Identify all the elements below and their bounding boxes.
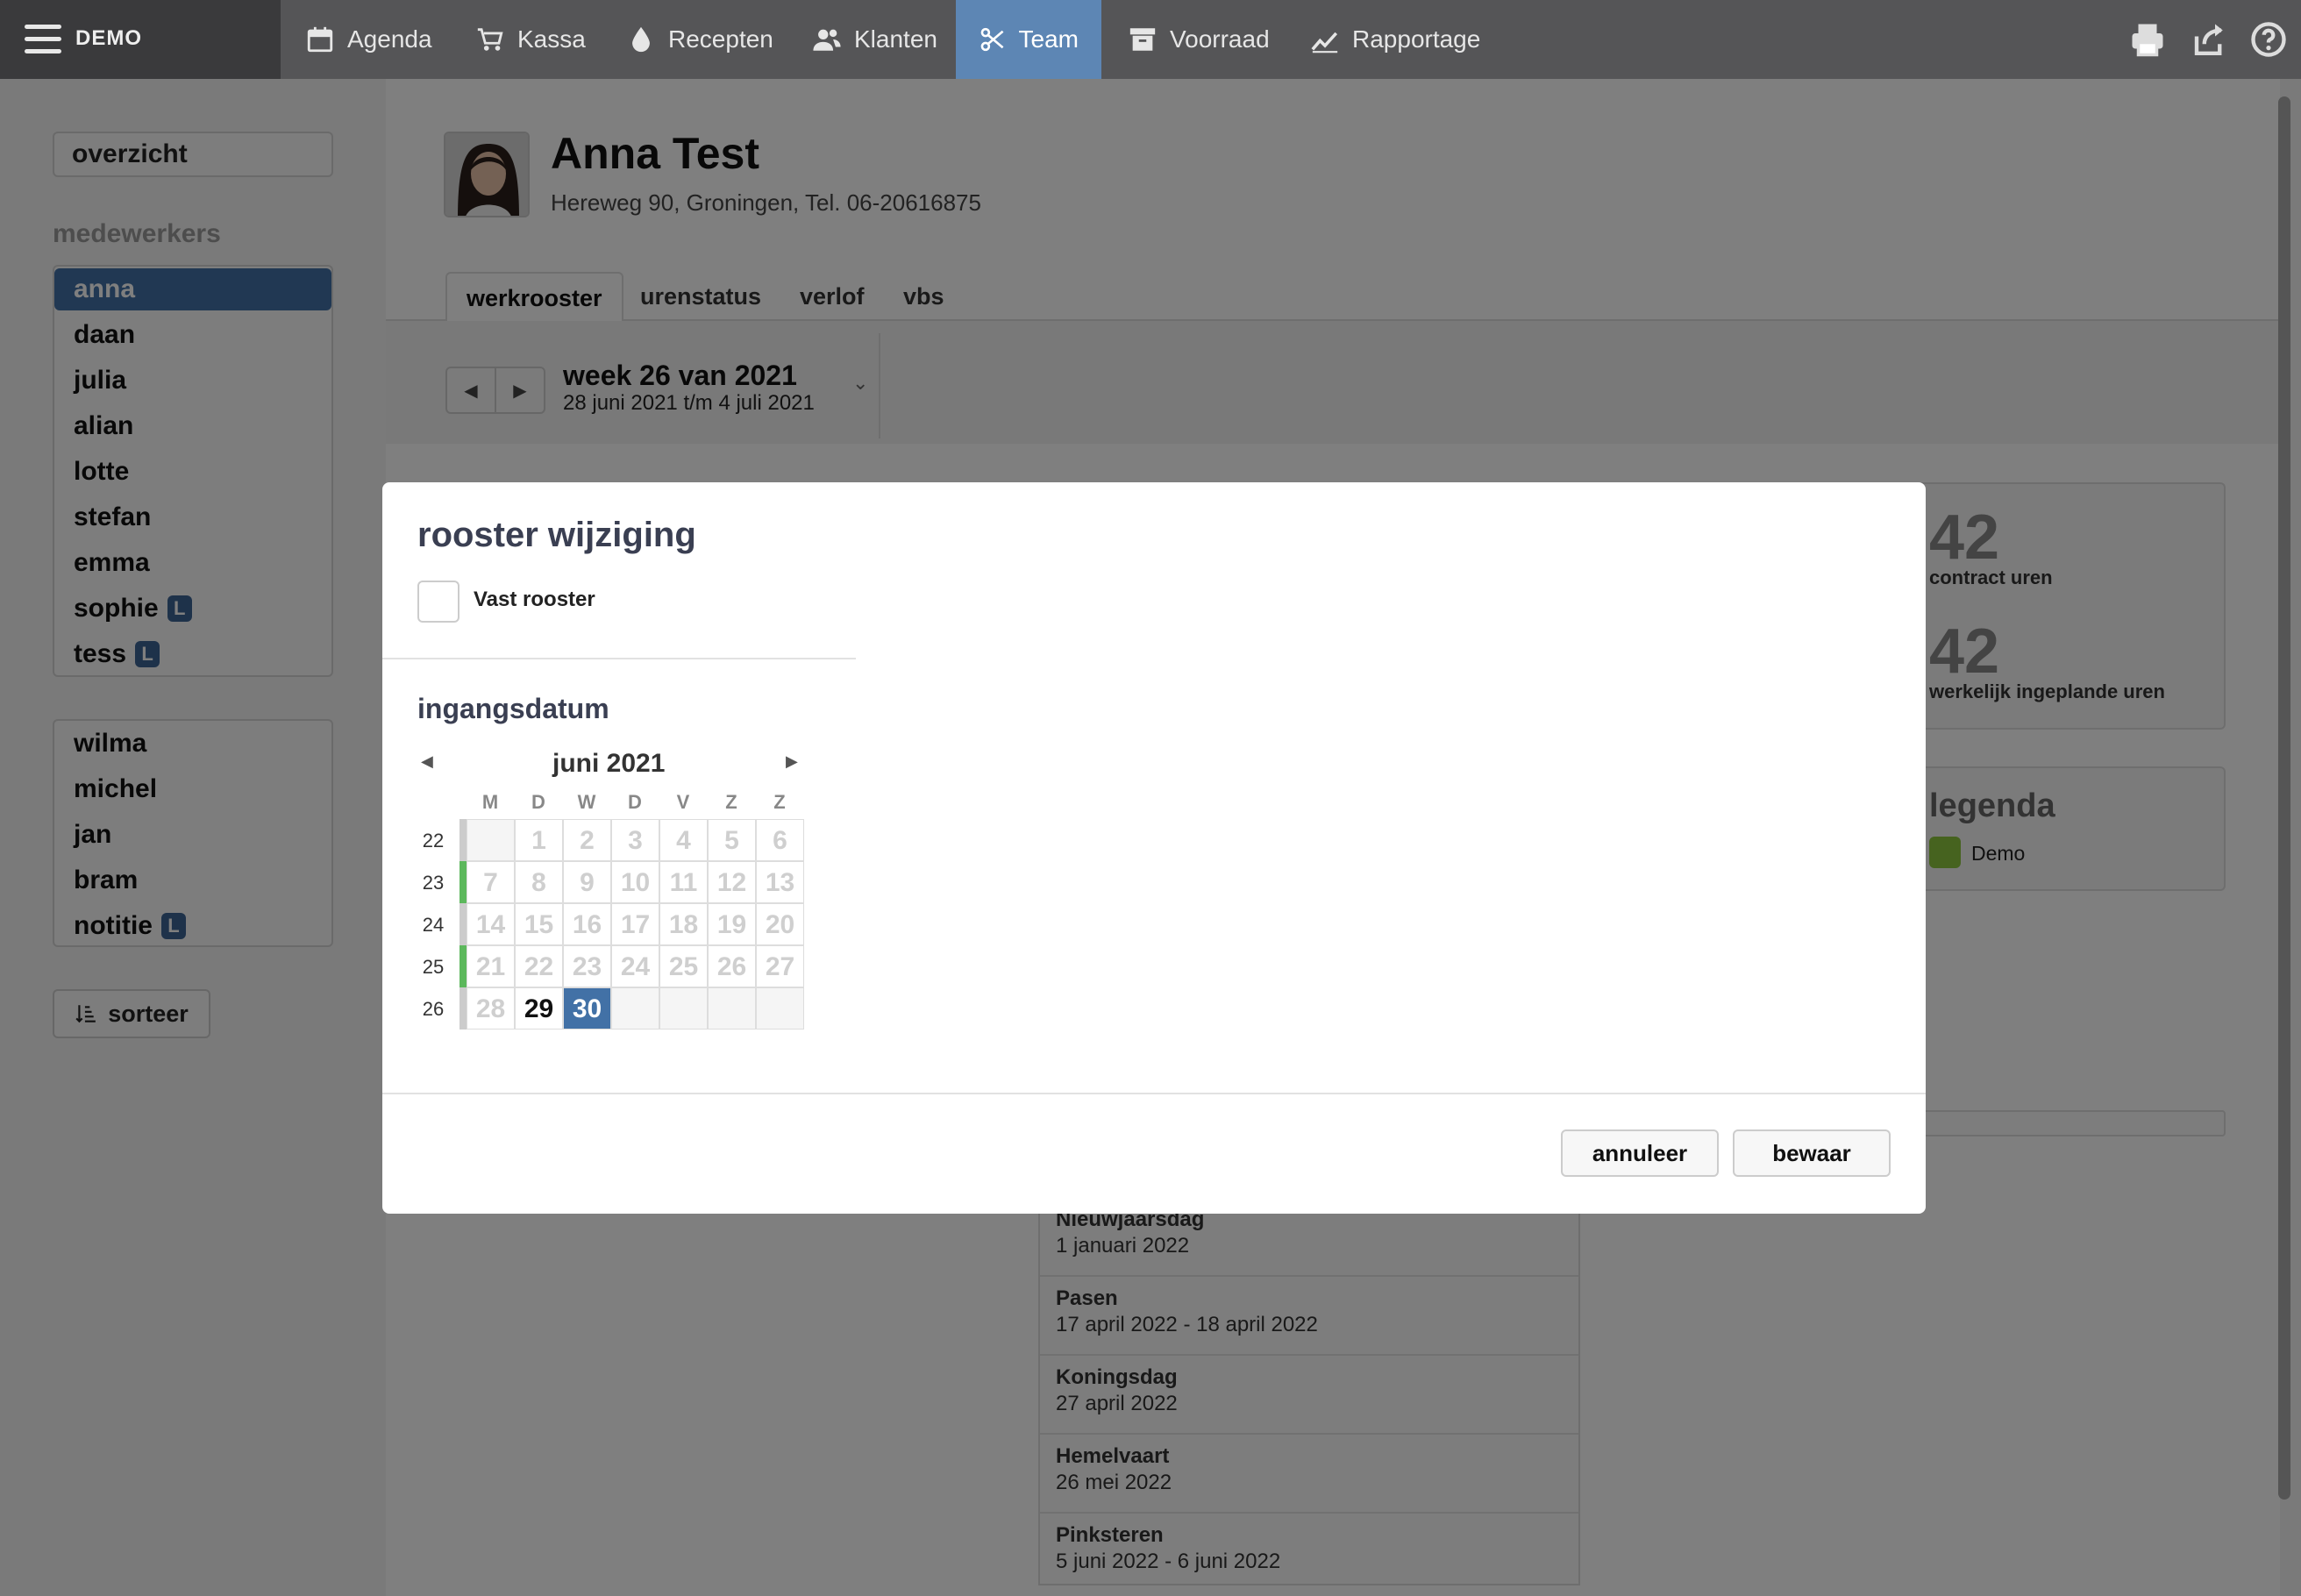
fixed-schedule-label[interactable]: Vast rooster <box>474 588 595 612</box>
save-button[interactable]: bewaar <box>1733 1129 1891 1177</box>
drop-icon <box>632 26 650 53</box>
calendar-day: 9 <box>563 861 611 903</box>
calendar-day: 25 <box>659 945 708 987</box>
week-marker <box>459 819 467 861</box>
nav-label: Recepten <box>668 25 773 53</box>
weekday-header: D <box>628 791 642 813</box>
schedule-change-dialog: rooster wijziging Vast rooster ingangsda… <box>382 482 1926 1214</box>
calendar-empty-cell <box>708 987 756 1030</box>
week-number: 22 <box>422 830 445 851</box>
calendar-empty-cell <box>611 987 659 1030</box>
calendar-day: 14 <box>467 903 515 945</box>
calendar-day[interactable]: 29 <box>515 987 563 1030</box>
nav-label: Team <box>1018 25 1079 53</box>
help-icon[interactable] <box>2250 21 2287 58</box>
start-date-heading: ingangsdatum <box>417 693 609 724</box>
scissors-icon <box>980 27 1004 52</box>
previous-month-button[interactable]: ◀ <box>421 752 433 771</box>
calendar-day: 11 <box>659 861 708 903</box>
dialog-title: rooster wijziging <box>417 516 696 554</box>
calendar-day: 12 <box>708 861 756 903</box>
calendar-day: 28 <box>467 987 515 1030</box>
calendar-day: 20 <box>756 903 804 945</box>
print-icon[interactable] <box>2129 21 2166 58</box>
calendar-day: 22 <box>515 945 563 987</box>
nav-label: Voorraad <box>1170 25 1270 53</box>
calendar-day: 21 <box>467 945 515 987</box>
week-marker <box>459 861 467 903</box>
weekday-header: V <box>676 791 690 813</box>
calendar-day: 23 <box>563 945 611 987</box>
menu-icon[interactable] <box>25 25 61 54</box>
calendar-day: 6 <box>756 819 804 861</box>
calendar-day: 18 <box>659 903 708 945</box>
nav-item-kassa[interactable]: Kassa <box>452 0 609 79</box>
nav-item-team[interactable]: Team <box>956 0 1101 79</box>
calendar-empty-cell <box>756 987 804 1030</box>
calendar-empty-cell <box>467 819 515 861</box>
weekday-header: Z <box>725 791 737 813</box>
calendar-day: 15 <box>515 903 563 945</box>
calendar-day: 4 <box>659 819 708 861</box>
calendar-day: 16 <box>563 903 611 945</box>
nav-item-rapportage[interactable]: Rapportage <box>1287 0 1503 79</box>
weekday-header: Z <box>773 791 786 813</box>
week-marker <box>459 903 467 945</box>
calendar-day: 1 <box>515 819 563 861</box>
calendar-day: 7 <box>467 861 515 903</box>
calendar-day: 8 <box>515 861 563 903</box>
users-icon <box>813 29 841 51</box>
calendar-empty-cell <box>659 987 708 1030</box>
divider <box>382 658 856 659</box>
share-icon[interactable] <box>2191 21 2227 58</box>
weekday-header: D <box>531 791 545 813</box>
calendar-day: 24 <box>611 945 659 987</box>
nav-label: Agenda <box>347 25 432 53</box>
brand-label: DEMO <box>75 26 142 50</box>
weekday-header: M <box>481 791 499 813</box>
calendar-day: 3 <box>611 819 659 861</box>
archive-icon <box>1129 28 1156 51</box>
week-marker <box>459 945 467 987</box>
week-number: 23 <box>422 872 445 894</box>
nav-label: Kassa <box>517 25 586 53</box>
weekday-header: W <box>577 791 596 813</box>
nav-item-voorraad[interactable]: Voorraad <box>1105 0 1293 79</box>
calendar-day: 19 <box>708 903 756 945</box>
nav-label: Rapportage <box>1352 25 1481 53</box>
calendar-day: 5 <box>708 819 756 861</box>
nav-item-agenda[interactable]: Agenda <box>282 0 455 79</box>
calendar-day: 26 <box>708 945 756 987</box>
week-number: 25 <box>422 956 445 978</box>
nav-label: Klanten <box>854 25 937 53</box>
chart-icon <box>1311 32 1338 53</box>
week-number: 26 <box>422 998 445 1020</box>
week-marker <box>459 987 467 1030</box>
nav-item-klanten[interactable]: Klanten <box>789 0 960 79</box>
calendar-day-selected[interactable]: 30 <box>563 987 611 1030</box>
cart-icon <box>477 28 503 51</box>
calendar-day: 13 <box>756 861 804 903</box>
nav-item-recepten[interactable]: Recepten <box>603 0 796 79</box>
fixed-schedule-checkbox[interactable] <box>417 581 459 623</box>
calendar-icon <box>307 26 333 53</box>
calendar-day: 17 <box>611 903 659 945</box>
calendar-day: 27 <box>756 945 804 987</box>
calendar-month: juni 2021 <box>552 749 666 778</box>
cancel-button[interactable]: annuleer <box>1561 1129 1719 1177</box>
calendar-day: 10 <box>611 861 659 903</box>
next-month-button[interactable]: ▶ <box>786 752 798 771</box>
divider <box>382 1093 1926 1094</box>
calendar-day: 2 <box>563 819 611 861</box>
week-number: 24 <box>422 914 445 936</box>
